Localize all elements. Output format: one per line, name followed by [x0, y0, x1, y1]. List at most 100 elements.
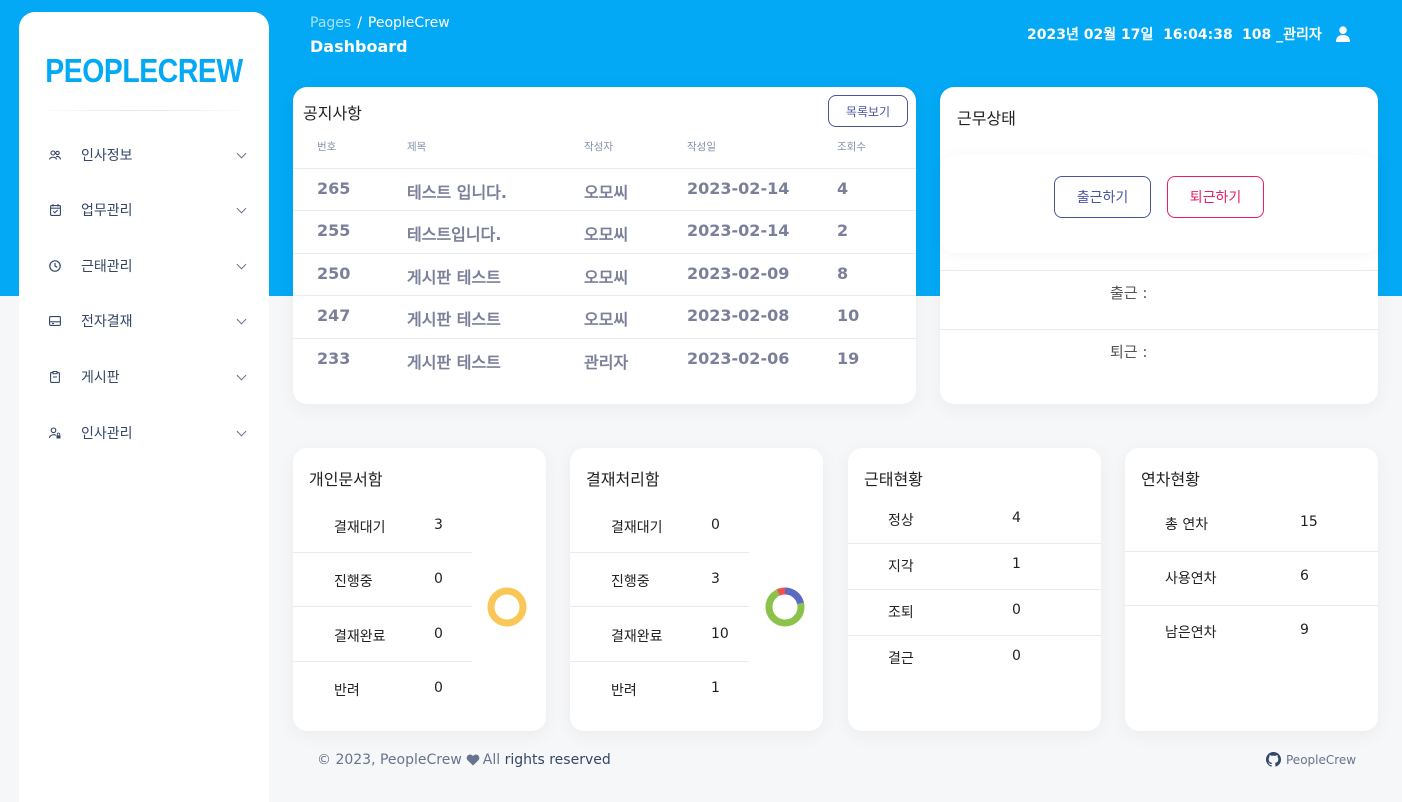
check-in-button[interactable]: 출근하기 [1054, 176, 1151, 218]
item-label: 결재완료 [334, 629, 386, 645]
page-title: Dashboard [310, 37, 408, 56]
sidebar-item-board[interactable]: 게시판 [49, 362, 249, 392]
cell-subject[interactable]: 게시판 테스트 [407, 264, 501, 288]
table-row[interactable]: 255 테스트입니다. 오모씨 2023-02-14 2 [293, 210, 916, 253]
divider [35, 110, 253, 111]
item-value: 1 [1012, 556, 1021, 572]
breadcrumb-separator: / [357, 15, 362, 31]
item-value: 6 [1300, 568, 1309, 584]
donut-slice-결재대기 [487, 587, 527, 627]
item-label: 반려 [334, 683, 360, 699]
sidebar-item-label: 인사관리 [81, 426, 133, 442]
table-row[interactable]: 250 게시판 테스트 오모씨 2023-02-09 8 [293, 253, 916, 296]
list-item: 정상 4 [848, 498, 1101, 544]
item-value: 0 [434, 571, 443, 587]
cell-no: 265 [317, 179, 351, 198]
list-item[interactable]: 진행중 0 [293, 552, 472, 607]
cell-no: 247 [317, 306, 351, 325]
leave-card: 연차현황 총 연차 15 사용연차 6 남은연차 9 [1125, 448, 1378, 731]
sidebar-item-work[interactable]: 업무관리 [49, 195, 249, 225]
cell-subject[interactable]: 게시판 테스트 [407, 349, 501, 373]
heart-icon [466, 754, 480, 766]
sidebar: PEOPLECREW 인사정보 업무관리 근태관리 전자결재 게시판 인사관리 [19, 12, 269, 802]
clipboard-icon [49, 371, 61, 383]
sidebar-item-approval[interactable]: 전자결재 [49, 306, 249, 336]
sidebar-item-label: 업무관리 [81, 203, 133, 219]
cell-author: 관리자 [584, 353, 629, 372]
cell-author: 오모씨 [584, 225, 629, 244]
cell-no: 233 [317, 349, 351, 368]
sidebar-item-label: 근태관리 [81, 259, 133, 275]
item-value: 0 [434, 680, 443, 696]
sidebar-item-hr-admin[interactable]: 인사관리 [49, 418, 249, 448]
list-item[interactable]: 반려 1 [570, 661, 749, 716]
calendar-check-icon [49, 204, 61, 216]
cell-date: 2023-02-08 [687, 306, 790, 325]
sidebar-item-label: 인사정보 [81, 148, 133, 164]
table-row[interactable]: 247 게시판 테스트 오모씨 2023-02-08 10 [293, 295, 916, 338]
table-row[interactable]: 233 게시판 테스트 관리자 2023-02-06 19 [293, 338, 916, 381]
table-row[interactable]: 265 테스트 입니다. 오모씨 2023-02-14 4 [293, 168, 916, 211]
list-item[interactable]: 진행중 3 [570, 552, 749, 607]
attendance-card: 근태현황 정상 4 지각 1 조퇴 0 결근 0 [848, 448, 1101, 731]
list-item: 결근 0 [848, 636, 1101, 682]
chevron-down-icon [236, 314, 247, 324]
breadcrumb-current: PeopleCrew [367, 15, 450, 31]
cell-date: 2023-02-06 [687, 349, 790, 368]
column-header: 작성자 [584, 141, 613, 153]
work-status-card: 근무상태 출근하기 퇴근하기 출근 : 퇴근 : [940, 87, 1378, 404]
breadcrumb-root[interactable]: Pages [310, 15, 351, 31]
footer-all: All [482, 752, 501, 768]
list-item[interactable]: 결재완료 0 [293, 607, 472, 662]
cell-views: 19 [837, 349, 860, 368]
list-item[interactable]: 반려 0 [293, 661, 472, 716]
approval-docs-title: 결재처리함 [586, 470, 660, 489]
sidebar-item-hr-info[interactable]: 인사정보 [49, 140, 249, 170]
item-value: 1 [711, 680, 720, 696]
github-icon [1266, 752, 1281, 767]
cell-subject[interactable]: 테스트 입니다. [407, 179, 507, 203]
leave-title: 연차현황 [1141, 470, 1200, 489]
breadcrumb: Pages / PeopleCrew [310, 15, 450, 31]
check-out-time-label: 퇴근 : [1110, 343, 1148, 361]
user-icon [1335, 26, 1350, 42]
personal-docs-donut [487, 587, 527, 627]
item-label: 진행중 [611, 574, 650, 590]
cell-date: 2023-02-14 [687, 179, 790, 198]
sidebar-item-label: 게시판 [81, 370, 120, 386]
people-icon [49, 149, 61, 161]
list-item[interactable]: 결재완료 10 [570, 607, 749, 662]
github-link[interactable]: PeopleCrew [1266, 752, 1356, 767]
cell-subject[interactable]: 테스트입니다. [407, 221, 501, 245]
view-list-button[interactable]: 목록보기 [828, 95, 908, 127]
work-status-title: 근무상태 [957, 109, 1016, 128]
cell-subject[interactable]: 게시판 테스트 [407, 306, 501, 330]
item-value: 10 [711, 626, 729, 642]
item-label: 정상 [888, 513, 914, 529]
datetime: 2023년 02월 17일 16:04:38 [1027, 27, 1233, 43]
list-item: 사용연차 6 [1125, 552, 1378, 606]
chevron-down-icon [236, 259, 247, 269]
cell-no: 250 [317, 264, 351, 283]
footer: © 2023, PeopleCrew All rights reserved [317, 752, 611, 768]
notice-card: 공지사항 목록보기 번호 제목 작성자 작성일 조회수 265 테스트 입니다.… [293, 87, 916, 404]
item-value: 9 [1300, 622, 1309, 638]
cell-author: 오모씨 [584, 183, 629, 202]
cell-views: 4 [837, 179, 849, 198]
user-menu[interactable]: 108 _관리자 [1242, 24, 1350, 44]
cell-author: 오모씨 [584, 310, 629, 329]
list-item[interactable]: 결재대기 3 [293, 498, 472, 553]
check-out-button[interactable]: 퇴근하기 [1167, 176, 1264, 218]
item-label: 결재대기 [611, 520, 663, 536]
chevron-down-icon [236, 148, 247, 158]
check-in-time-label: 출근 : [1110, 284, 1148, 302]
item-value: 0 [434, 626, 443, 642]
sidebar-item-attendance[interactable]: 근태관리 [49, 251, 249, 281]
item-value: 0 [711, 517, 720, 533]
check-buttons-panel: 출근하기 퇴근하기 [940, 155, 1378, 253]
cell-date: 2023-02-14 [687, 221, 790, 240]
item-label: 지각 [888, 559, 914, 575]
column-header: 제목 [407, 141, 427, 153]
list-item[interactable]: 결재대기 0 [570, 498, 749, 553]
logo[interactable]: PEOPLECREW [37, 52, 252, 90]
